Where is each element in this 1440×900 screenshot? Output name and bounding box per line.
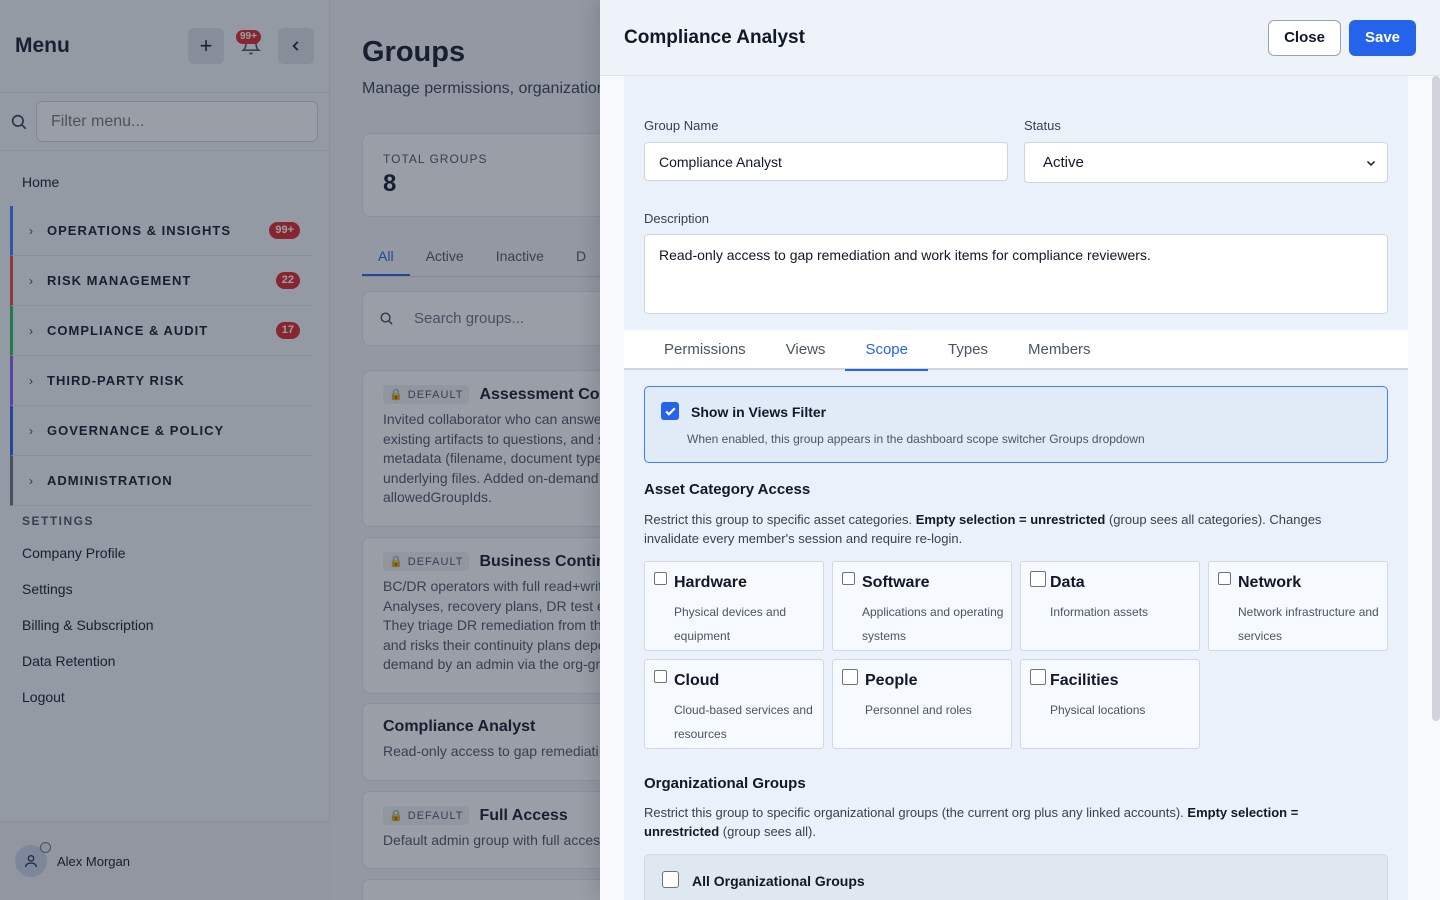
- description-textarea[interactable]: Read-only access to gap remediation and …: [644, 234, 1388, 314]
- edit-group-drawer: Compliance Analyst Close Save Group Name…: [600, 0, 1440, 900]
- category-data[interactable]: Data Information assets: [1020, 561, 1200, 651]
- category-people[interactable]: People Personnel and roles: [832, 659, 1012, 749]
- all-org-groups-option[interactable]: All Organizational Groups: [644, 854, 1388, 900]
- category-name: Software: [862, 574, 930, 591]
- views-filter-subtitle: When enabled, this group appears in the …: [687, 432, 1145, 446]
- drawer-title: Compliance Analyst: [624, 26, 805, 48]
- drawer-body: Group Name Status Active Description Rea…: [624, 76, 1408, 900]
- save-button[interactable]: Save: [1349, 19, 1416, 56]
- asset-access-description: Restrict this group to specific asset ca…: [644, 512, 1322, 546]
- category-checkbox[interactable]: [1030, 669, 1046, 685]
- category-name: Data: [1050, 574, 1085, 591]
- org-groups-title: Organizational Groups: [644, 775, 806, 792]
- category-checkbox[interactable]: [654, 572, 667, 585]
- drawer-tabs: Permissions Views Scope Types Members: [624, 330, 1408, 371]
- category-name: Network: [1238, 574, 1302, 591]
- category-description: Personnel and roles: [865, 703, 972, 717]
- all-org-groups-checkbox[interactable]: [662, 871, 679, 888]
- views-filter-option: Show in Views Filter When enabled, this …: [644, 386, 1388, 463]
- category-facilities[interactable]: Facilities Physical locations: [1020, 659, 1200, 749]
- org-groups-description: Restrict this group to specific organiza…: [644, 805, 1299, 839]
- scrollbar[interactable]: [1432, 76, 1440, 721]
- modal-overlay[interactable]: [0, 0, 600, 900]
- category-software[interactable]: Software Applications and operating syst…: [832, 561, 1012, 651]
- category-description: Physical devices and equipment: [674, 605, 787, 643]
- check-icon: [664, 406, 676, 416]
- status-label: Status: [1024, 118, 1061, 133]
- description-label: Description: [644, 211, 710, 226]
- category-description: Network infrastructure and services: [1238, 605, 1379, 643]
- tab-permissions[interactable]: Permissions: [644, 330, 766, 370]
- views-filter-checkbox[interactable]: [661, 402, 679, 420]
- category-name: People: [865, 672, 918, 689]
- group-name-input[interactable]: [644, 142, 1008, 181]
- category-checkbox[interactable]: [842, 572, 855, 585]
- drawer-header: Compliance Analyst Close Save: [600, 0, 1440, 76]
- category-network[interactable]: Network Network infrastructure and servi…: [1208, 561, 1388, 651]
- tab-views[interactable]: Views: [766, 330, 846, 370]
- category-description: Cloud-based services and resources: [674, 703, 813, 741]
- tab-members[interactable]: Members: [1008, 330, 1111, 370]
- status-select[interactable]: Active: [1024, 142, 1388, 183]
- close-button[interactable]: Close: [1268, 19, 1341, 56]
- category-description: Physical locations: [1050, 703, 1146, 717]
- category-name: Facilities: [1050, 672, 1119, 689]
- tab-types[interactable]: Types: [928, 330, 1008, 370]
- category-description: Applications and operating systems: [862, 605, 1004, 643]
- all-org-groups-label: All Organizational Groups: [692, 873, 865, 889]
- tab-scope[interactable]: Scope: [845, 330, 928, 371]
- asset-access-title: Asset Category Access: [644, 481, 811, 498]
- group-name-label: Group Name: [644, 118, 719, 133]
- views-filter-title: Show in Views Filter: [691, 404, 827, 420]
- category-hardware[interactable]: Hardware Physical devices and equipment: [644, 561, 824, 651]
- category-description: Information assets: [1050, 605, 1149, 619]
- category-checkbox[interactable]: [842, 669, 858, 685]
- category-name: Cloud: [674, 672, 720, 689]
- category-checkbox[interactable]: [654, 670, 667, 683]
- status-value: Active: [1043, 154, 1084, 171]
- category-cloud[interactable]: Cloud Cloud-based services and resources: [644, 659, 824, 749]
- category-checkbox[interactable]: [1218, 572, 1231, 585]
- category-name: Hardware: [674, 574, 747, 591]
- category-checkbox[interactable]: [1030, 571, 1046, 587]
- chevron-down-icon: [1366, 160, 1376, 166]
